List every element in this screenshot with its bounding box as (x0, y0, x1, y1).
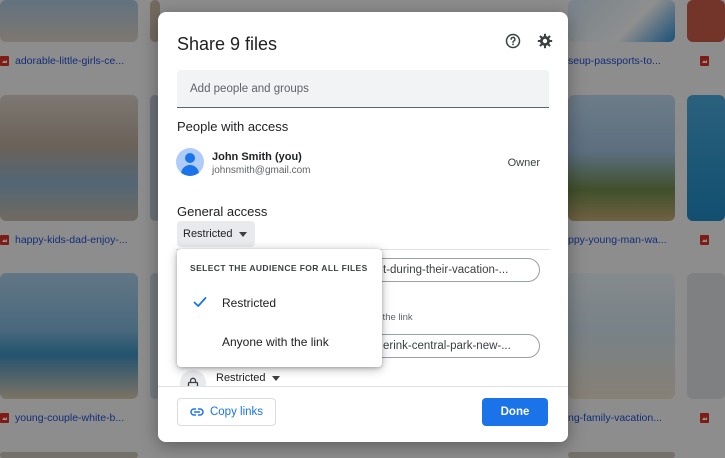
file-access-value: Restricted (216, 372, 266, 384)
done-button[interactable]: Done (482, 398, 548, 426)
help-circle-icon[interactable] (504, 32, 522, 50)
general-access-dropdown[interactable]: Restricted (177, 221, 255, 247)
audience-menu-heading: SELECT THE AUDIENCE FOR ALL FILES (190, 263, 368, 273)
add-people-input[interactable] (177, 70, 549, 108)
copy-links-label: Copy links (209, 406, 264, 418)
file-access-dropdown[interactable]: Restricted (216, 372, 280, 384)
menu-item-anyone-with-link[interactable]: Anyone with the link (177, 324, 382, 360)
dialog-title: Share 9 files (177, 34, 278, 54)
share-dialog: Share 9 files People with access (158, 12, 568, 442)
person-role: Owner (507, 157, 540, 169)
caret-down-icon (271, 375, 280, 381)
caret-down-icon (238, 231, 247, 237)
menu-item-label: Restricted (222, 296, 277, 310)
gear-icon[interactable] (536, 32, 554, 50)
link-icon (190, 408, 204, 416)
check-icon (193, 297, 207, 307)
dialog-footer: Copy links Done (158, 386, 568, 442)
menu-item-restricted[interactable]: Restricted (177, 285, 382, 321)
people-with-access-heading: People with access (177, 119, 289, 134)
file-name-chip[interactable]: t-during-their-vacation-... (368, 258, 540, 282)
general-access-heading: General access (177, 204, 268, 219)
menu-item-label: Anyone with the link (222, 335, 329, 349)
file-name-chip[interactable]: erink-central-park-new-... (368, 334, 540, 358)
avatar (176, 148, 204, 176)
person-email: johnsmith@gmail.com (212, 165, 311, 176)
audience-menu: SELECT THE AUDIENCE FOR ALL FILES Restri… (177, 249, 382, 367)
copy-links-button[interactable]: Copy links (177, 398, 276, 426)
general-access-value: Restricted (183, 228, 233, 240)
person-name: John Smith (you) (212, 151, 302, 163)
